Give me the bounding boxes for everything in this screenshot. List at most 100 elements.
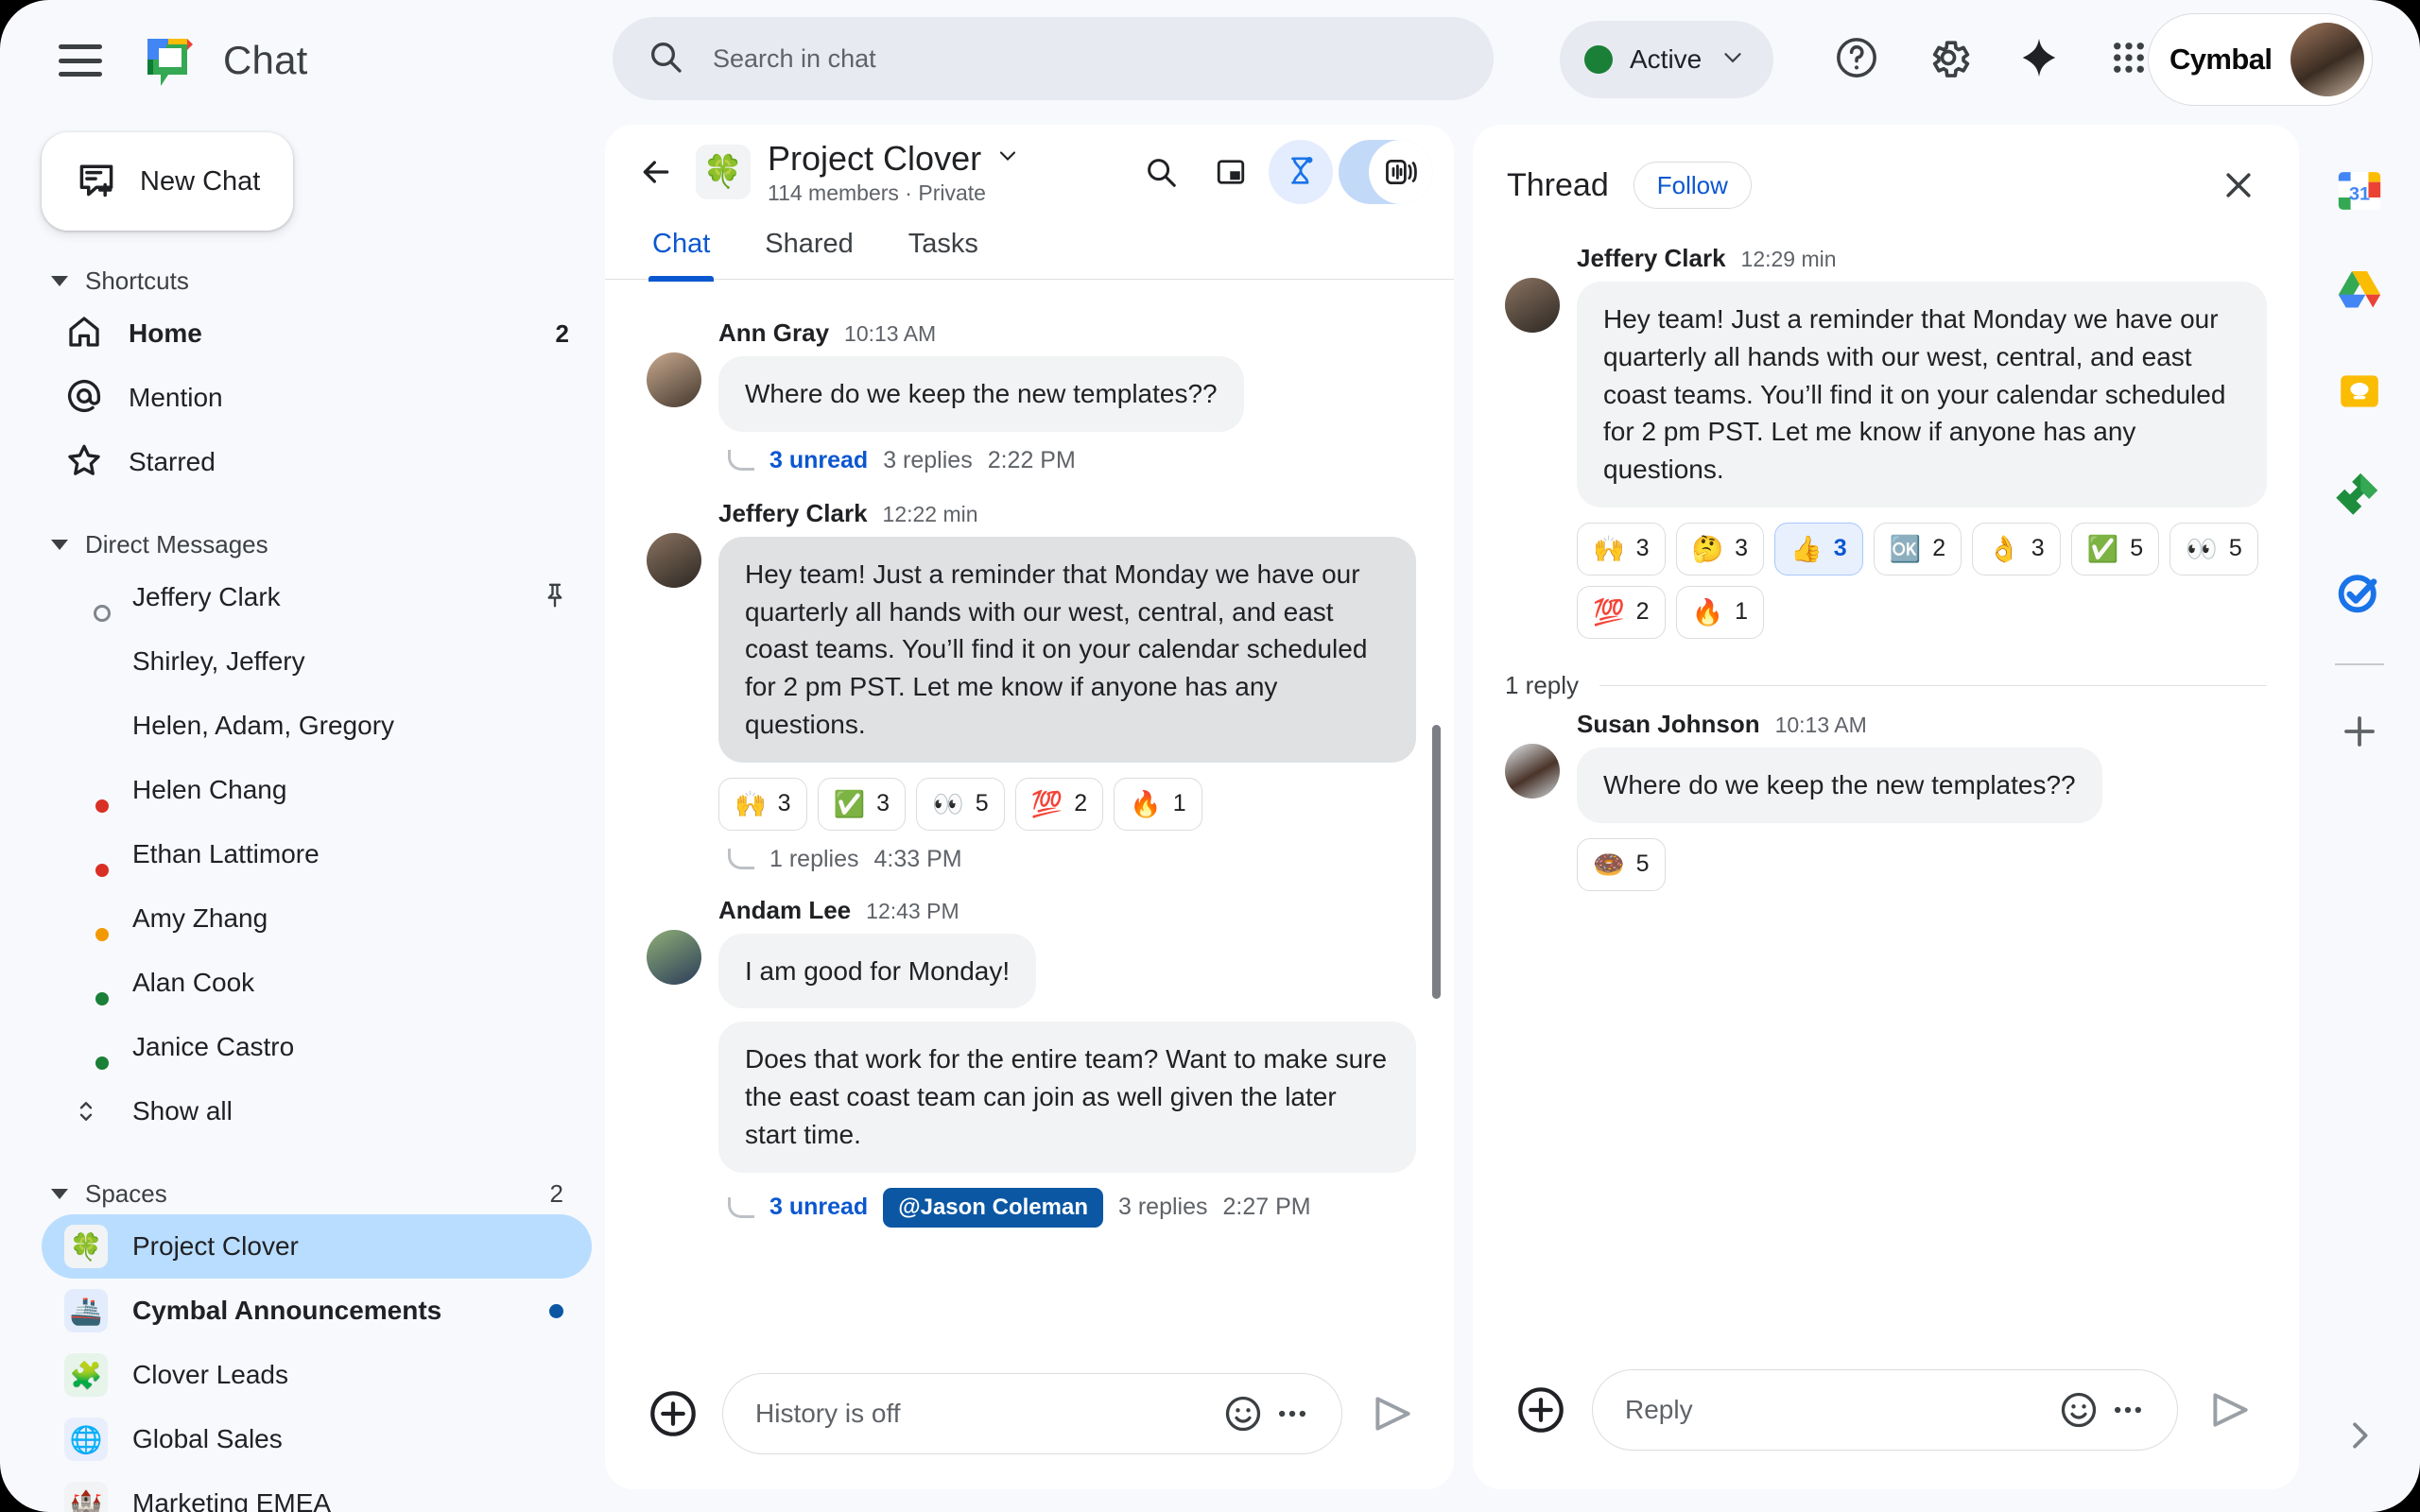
back-arrow-icon[interactable] (630, 146, 683, 198)
reaction-chip[interactable]: 👀 5 (916, 777, 1005, 831)
sidebar-space-project-clover[interactable]: 🍀 Project Clover (42, 1214, 592, 1279)
hamburger-menu-icon[interactable] (59, 44, 102, 77)
account-chip[interactable]: Cymbal (2148, 13, 2373, 106)
avatar[interactable] (647, 352, 701, 407)
globe-emoji-icon: 🌐 (64, 1418, 108, 1461)
sidebar-dm-amy-zhang[interactable]: Amy Zhang (42, 886, 592, 951)
add-attachment-icon[interactable] (647, 1387, 700, 1440)
right-app-rail: 31 (2299, 125, 2420, 1512)
avatar[interactable] (1505, 743, 1560, 799)
emoji-icon[interactable] (1219, 1389, 1268, 1438)
reaction-chip[interactable]: ✅ 3 (817, 777, 907, 831)
reaction-chip[interactable]: 💯 2 (1577, 585, 1666, 639)
reaction-chip[interactable]: 👌 3 (1972, 522, 2061, 576)
pin-icon[interactable] (541, 581, 569, 614)
settings-button[interactable] (1911, 23, 1985, 96)
dm-show-all-button[interactable]: Show all (42, 1079, 592, 1143)
reaction-chip[interactable]: 🙌 3 (1577, 522, 1666, 576)
reaction-chip[interactable]: 👀 5 (2169, 522, 2258, 576)
reaction-chip[interactable]: 🔥 1 (1114, 777, 1202, 831)
help-button[interactable] (1820, 23, 1893, 96)
avatar[interactable] (647, 532, 701, 588)
emoji-icon[interactable] (2054, 1385, 2103, 1435)
sidebar-space-cymbal-announcements[interactable]: 🚢 Cymbal Announcements (42, 1279, 592, 1343)
tab-tasks[interactable]: Tasks (908, 219, 978, 279)
send-icon[interactable] (2203, 1383, 2257, 1437)
google-tasks-icon[interactable] (2325, 558, 2394, 626)
picture-in-picture-button[interactable] (1199, 140, 1263, 204)
google-calendar-icon[interactable]: 31 (2325, 157, 2394, 225)
chat-tabs: Chat Shared Tasks (605, 219, 1454, 282)
message-list[interactable]: Ann Gray 10:13 AM Where do we keep the n… (605, 318, 1454, 1338)
more-options-icon[interactable] (1268, 1389, 1317, 1438)
chevron-down-icon[interactable] (994, 143, 1021, 174)
gemini-summary-button[interactable] (1269, 140, 1333, 204)
reply-input[interactable]: Reply (1592, 1369, 2178, 1451)
chat-search-button[interactable] (1129, 140, 1193, 204)
google-voice-icon[interactable] (2325, 457, 2394, 525)
sidebar-item-home[interactable]: Home 2 (42, 301, 592, 366)
status-selector[interactable]: Active (1560, 21, 1774, 98)
space-meta: Project Clover 114 members · Private (768, 139, 1021, 206)
sidebar-dm-ethan-lattimore[interactable]: Ethan Lattimore (42, 822, 592, 886)
thread-summary[interactable]: 3 unread @Jason Coleman 3 replies 2:27 P… (718, 1187, 1416, 1228)
sidebar-space-marketing-emea[interactable]: 🏰 Marketing EMEA (42, 1471, 592, 1512)
add-attachment-icon[interactable] (1514, 1383, 1567, 1436)
message-input[interactable]: History is off (722, 1373, 1342, 1454)
reaction-chip[interactable]: ✅ 5 (2070, 522, 2160, 576)
google-keep-icon[interactable] (2325, 357, 2394, 425)
follow-button[interactable]: Follow (1633, 162, 1752, 209)
search-input[interactable]: Search in chat (613, 17, 1494, 100)
message-bubble: Where do we keep the new templates?? (718, 356, 1244, 432)
close-icon[interactable] (2212, 159, 2265, 212)
spaces-section-header[interactable]: Spaces 2 (51, 1179, 605, 1209)
unread-count[interactable]: 3 unread (769, 447, 868, 474)
reaction-chip-selected[interactable]: 👍 3 (1774, 522, 1863, 576)
add-app-icon[interactable] (2325, 697, 2394, 765)
dm-show-all-label: Show all (132, 1096, 233, 1125)
reaction-count: 3 (777, 790, 791, 816)
sidebar-dm-helen-adam-gregory[interactable]: Helen, Adam, Gregory (42, 694, 592, 758)
reaction-chip[interactable]: 🍩 5 (1577, 837, 1666, 891)
reaction-chip[interactable]: 🤔 3 (1675, 522, 1765, 576)
sidebar-dm-shirley-jeffery[interactable]: Shirley, Jeffery (42, 629, 592, 694)
dm-label: Helen, Adam, Gregory (132, 711, 395, 740)
sidebar-item-mention[interactable]: Mention (42, 366, 592, 430)
reaction-chip[interactable]: 🆗 2 (1873, 522, 1962, 576)
message-timestamp: 12:43 PM (866, 898, 959, 923)
reaction-chip[interactable]: 🙌 3 (718, 777, 807, 831)
space-subtitle: 114 members · Private (768, 180, 986, 205)
tab-chat[interactable]: Chat (648, 219, 715, 282)
brand: Chat (140, 31, 308, 90)
avatar[interactable] (647, 929, 701, 985)
chevron-right-icon[interactable] (2326, 1402, 2393, 1469)
sidebar-dm-janice-castro[interactable]: Janice Castro (42, 1015, 592, 1079)
sidebar-dm-alan-cook[interactable]: Alan Cook (42, 951, 592, 1015)
sidebar-space-global-sales[interactable]: 🌐 Global Sales (42, 1407, 592, 1471)
page-title[interactable]: Project Clover (768, 139, 981, 179)
sidebar-item-label: Starred (129, 447, 216, 476)
gemini-button[interactable] (2002, 23, 2076, 96)
video-call-button[interactable] (1339, 140, 1433, 204)
thread-summary[interactable]: 1 replies 4:33 PM (718, 846, 1416, 873)
avatar[interactable] (2290, 23, 2364, 96)
message-scrollbar[interactable] (1432, 725, 1441, 999)
sidebar-dm-jeffery-clark[interactable]: Jeffery Clark (42, 565, 592, 629)
sidebar-dm-helen-chang[interactable]: Helen Chang (42, 758, 592, 822)
reaction-chip[interactable]: 🔥 1 (1675, 585, 1765, 639)
shortcuts-section-header[interactable]: Shortcuts (51, 266, 605, 296)
reaction-chip[interactable]: 💯 2 (1014, 777, 1104, 831)
more-options-icon[interactable] (2103, 1385, 2152, 1435)
thread-summary[interactable]: 3 unread 3 replies 2:22 PM (718, 447, 1416, 474)
avatar (64, 961, 111, 1007)
unread-count[interactable]: 3 unread (769, 1194, 868, 1221)
direct-messages-section-header[interactable]: Direct Messages (51, 530, 605, 559)
mention-badge[interactable]: @Jason Coleman (883, 1187, 1103, 1228)
new-chat-button[interactable]: New Chat (42, 132, 293, 231)
send-icon[interactable] (1365, 1386, 1420, 1441)
sidebar-space-clover-leads[interactable]: 🧩 Clover Leads (42, 1343, 592, 1407)
tab-shared[interactable]: Shared (765, 219, 854, 279)
google-drive-icon[interactable] (2325, 257, 2394, 325)
avatar[interactable] (1505, 278, 1560, 333)
sidebar-item-starred[interactable]: Starred (42, 430, 592, 494)
